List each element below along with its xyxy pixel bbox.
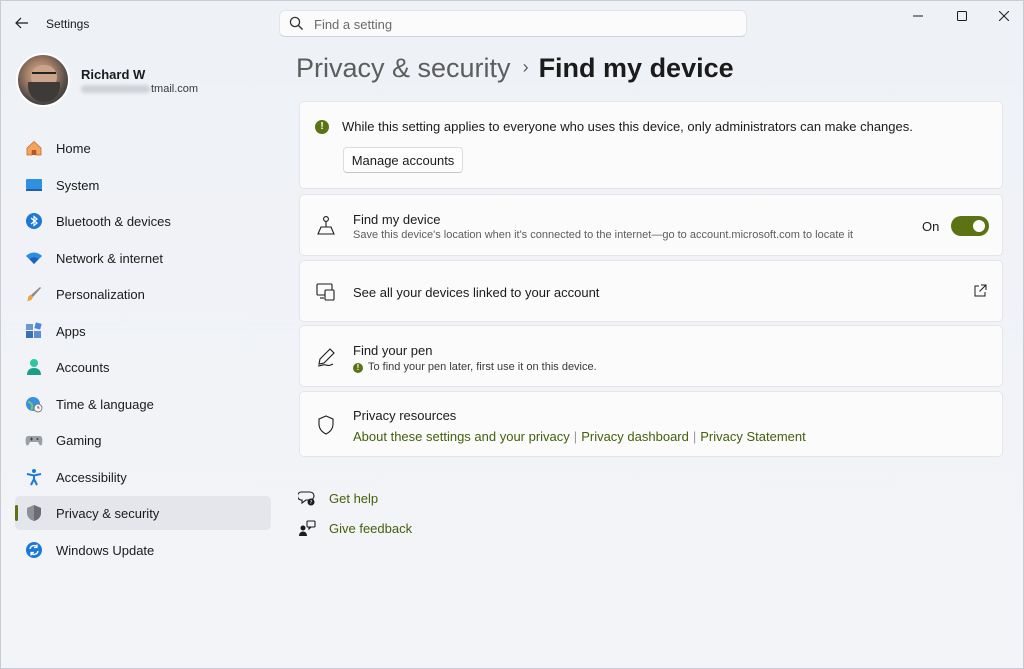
user-name: Richard W bbox=[81, 67, 146, 82]
sidebar-item-network[interactable]: Network & internet bbox=[15, 241, 271, 275]
sidebar-item-gaming[interactable]: Gaming bbox=[15, 423, 271, 457]
privacy-resources-row: Privacy resources About these settings a… bbox=[299, 391, 1003, 457]
privacy-link-dashboard[interactable]: Privacy dashboard bbox=[581, 429, 689, 444]
find-my-device-subtitle: Save this device's location when it's co… bbox=[353, 229, 854, 241]
monitor-icon bbox=[26, 178, 42, 191]
find-your-pen-note: To find your pen later, first use it on … bbox=[368, 361, 597, 373]
linked-devices-title: See all your devices linked to your acco… bbox=[353, 285, 600, 300]
info-icon: ! bbox=[315, 120, 329, 134]
app-title: Settings bbox=[46, 17, 90, 31]
privacy-resources-title: Privacy resources bbox=[353, 408, 457, 423]
info-icon: ! bbox=[353, 363, 363, 373]
sidebar-item-home[interactable]: Home bbox=[15, 131, 271, 165]
back-button[interactable] bbox=[11, 12, 33, 34]
breadcrumb-parent[interactable]: Privacy & security bbox=[296, 53, 511, 83]
shield-outline-icon bbox=[318, 415, 334, 435]
user-email: tmail.com bbox=[81, 83, 198, 95]
close-icon bbox=[999, 11, 1009, 21]
breadcrumb: Privacy & security › Find my device bbox=[296, 53, 734, 84]
maximize-icon bbox=[957, 11, 967, 21]
sidebar-item-label: Accounts bbox=[56, 360, 110, 375]
arrow-left-icon bbox=[15, 17, 28, 29]
sidebar-item-apps[interactable]: Apps bbox=[15, 314, 271, 348]
sidebar-item-windows-update[interactable]: Windows Update bbox=[15, 533, 271, 567]
privacy-link-statement[interactable]: Privacy Statement bbox=[700, 429, 806, 444]
breadcrumb-separator: › bbox=[522, 57, 529, 77]
location-person-icon bbox=[317, 216, 335, 235]
toggle-state-label: On bbox=[922, 219, 940, 234]
sidebar-item-label: Time & language bbox=[56, 396, 154, 412]
sidebar-item-label: Privacy & security bbox=[56, 506, 160, 521]
manage-accounts-button[interactable]: Manage accounts bbox=[343, 147, 463, 173]
search-icon bbox=[289, 16, 303, 30]
sidebar-item-label: Personalization bbox=[56, 287, 145, 302]
pen-icon bbox=[317, 348, 335, 367]
find-my-device-toggle[interactable] bbox=[951, 216, 989, 236]
apps-icon bbox=[26, 321, 42, 338]
sidebar-item-privacy-security[interactable]: Privacy & security bbox=[15, 496, 271, 530]
linked-devices-row[interactable]: See all your devices linked to your acco… bbox=[299, 260, 1003, 322]
sidebar-item-label: Accessibility bbox=[56, 469, 127, 485]
globe-clock-icon bbox=[26, 396, 43, 412]
sidebar-item-label: Home bbox=[56, 141, 91, 156]
search-box[interactable] bbox=[279, 10, 747, 37]
find-my-device-title: Find my device bbox=[353, 212, 441, 227]
title-bar: Settings bbox=[1, 1, 1024, 45]
redacted-email bbox=[81, 85, 150, 94]
search-input[interactable] bbox=[314, 14, 734, 34]
toggle-knob bbox=[973, 220, 985, 232]
sidebar-item-label: Windows Update bbox=[56, 542, 155, 558]
sidebar-nav: Home System Bluetooth & devices Network … bbox=[15, 131, 271, 569]
shield-icon bbox=[27, 505, 41, 521]
minimize-button[interactable] bbox=[898, 5, 938, 27]
feedback-icon bbox=[299, 520, 316, 536]
privacy-link-about[interactable]: About these settings and your privacy bbox=[353, 429, 570, 444]
devices-icon bbox=[316, 283, 335, 301]
update-icon bbox=[26, 541, 42, 558]
get-help-link[interactable]: Get help bbox=[329, 491, 378, 506]
sidebar-item-label: Bluetooth & devices bbox=[56, 214, 171, 229]
sidebar-item-label: Network & internet bbox=[56, 250, 163, 266]
sidebar-item-personalization[interactable]: Personalization bbox=[15, 277, 271, 311]
help-chat-icon: ? bbox=[298, 491, 315, 506]
sidebar-item-time-language[interactable]: Time & language bbox=[15, 387, 271, 421]
admin-info-card: ! While this setting applies to everyone… bbox=[299, 101, 1003, 189]
bluetooth-icon bbox=[26, 213, 42, 229]
give-feedback-link[interactable]: Give feedback bbox=[329, 521, 412, 536]
brush-icon bbox=[27, 287, 41, 301]
sidebar-item-label: System bbox=[56, 177, 100, 193]
external-link-icon[interactable] bbox=[973, 284, 987, 298]
link-separator: | bbox=[573, 429, 578, 444]
user-email-domain: tmail.com bbox=[151, 83, 199, 95]
settings-window: Settings Richard W tmail.com bbox=[0, 0, 1024, 669]
link-separator: | bbox=[692, 429, 697, 444]
accessibility-icon bbox=[26, 468, 42, 485]
sidebar-item-accessibility[interactable]: Accessibility bbox=[15, 460, 271, 494]
sidebar-item-accounts[interactable]: Accounts bbox=[15, 350, 271, 384]
find-your-pen-row: Find your pen ! To find your pen later, … bbox=[299, 325, 1003, 387]
page-title: Find my device bbox=[538, 53, 734, 83]
wifi-icon bbox=[26, 252, 42, 264]
sidebar-item-label: Apps bbox=[56, 323, 86, 339]
close-button[interactable] bbox=[984, 5, 1024, 27]
svg-text:?: ? bbox=[310, 500, 313, 506]
sidebar-item-bluetooth[interactable]: Bluetooth & devices bbox=[15, 204, 271, 238]
admin-info-text: While this setting applies to everyone w… bbox=[342, 119, 913, 134]
avatar[interactable] bbox=[16, 53, 70, 107]
sidebar-item-label: Gaming bbox=[56, 433, 102, 448]
find-your-pen-title: Find your pen bbox=[353, 343, 433, 358]
privacy-links: About these settings and your privacy | Pr… bbox=[353, 429, 806, 444]
sidebar-item-system[interactable]: System bbox=[15, 168, 271, 202]
person-icon bbox=[27, 359, 41, 375]
maximize-button[interactable] bbox=[942, 5, 982, 27]
find-my-device-row[interactable]: Find my device Save this device's locati… bbox=[299, 194, 1003, 256]
home-icon bbox=[26, 140, 42, 156]
minimize-icon bbox=[913, 15, 923, 17]
controller-icon bbox=[25, 436, 43, 446]
